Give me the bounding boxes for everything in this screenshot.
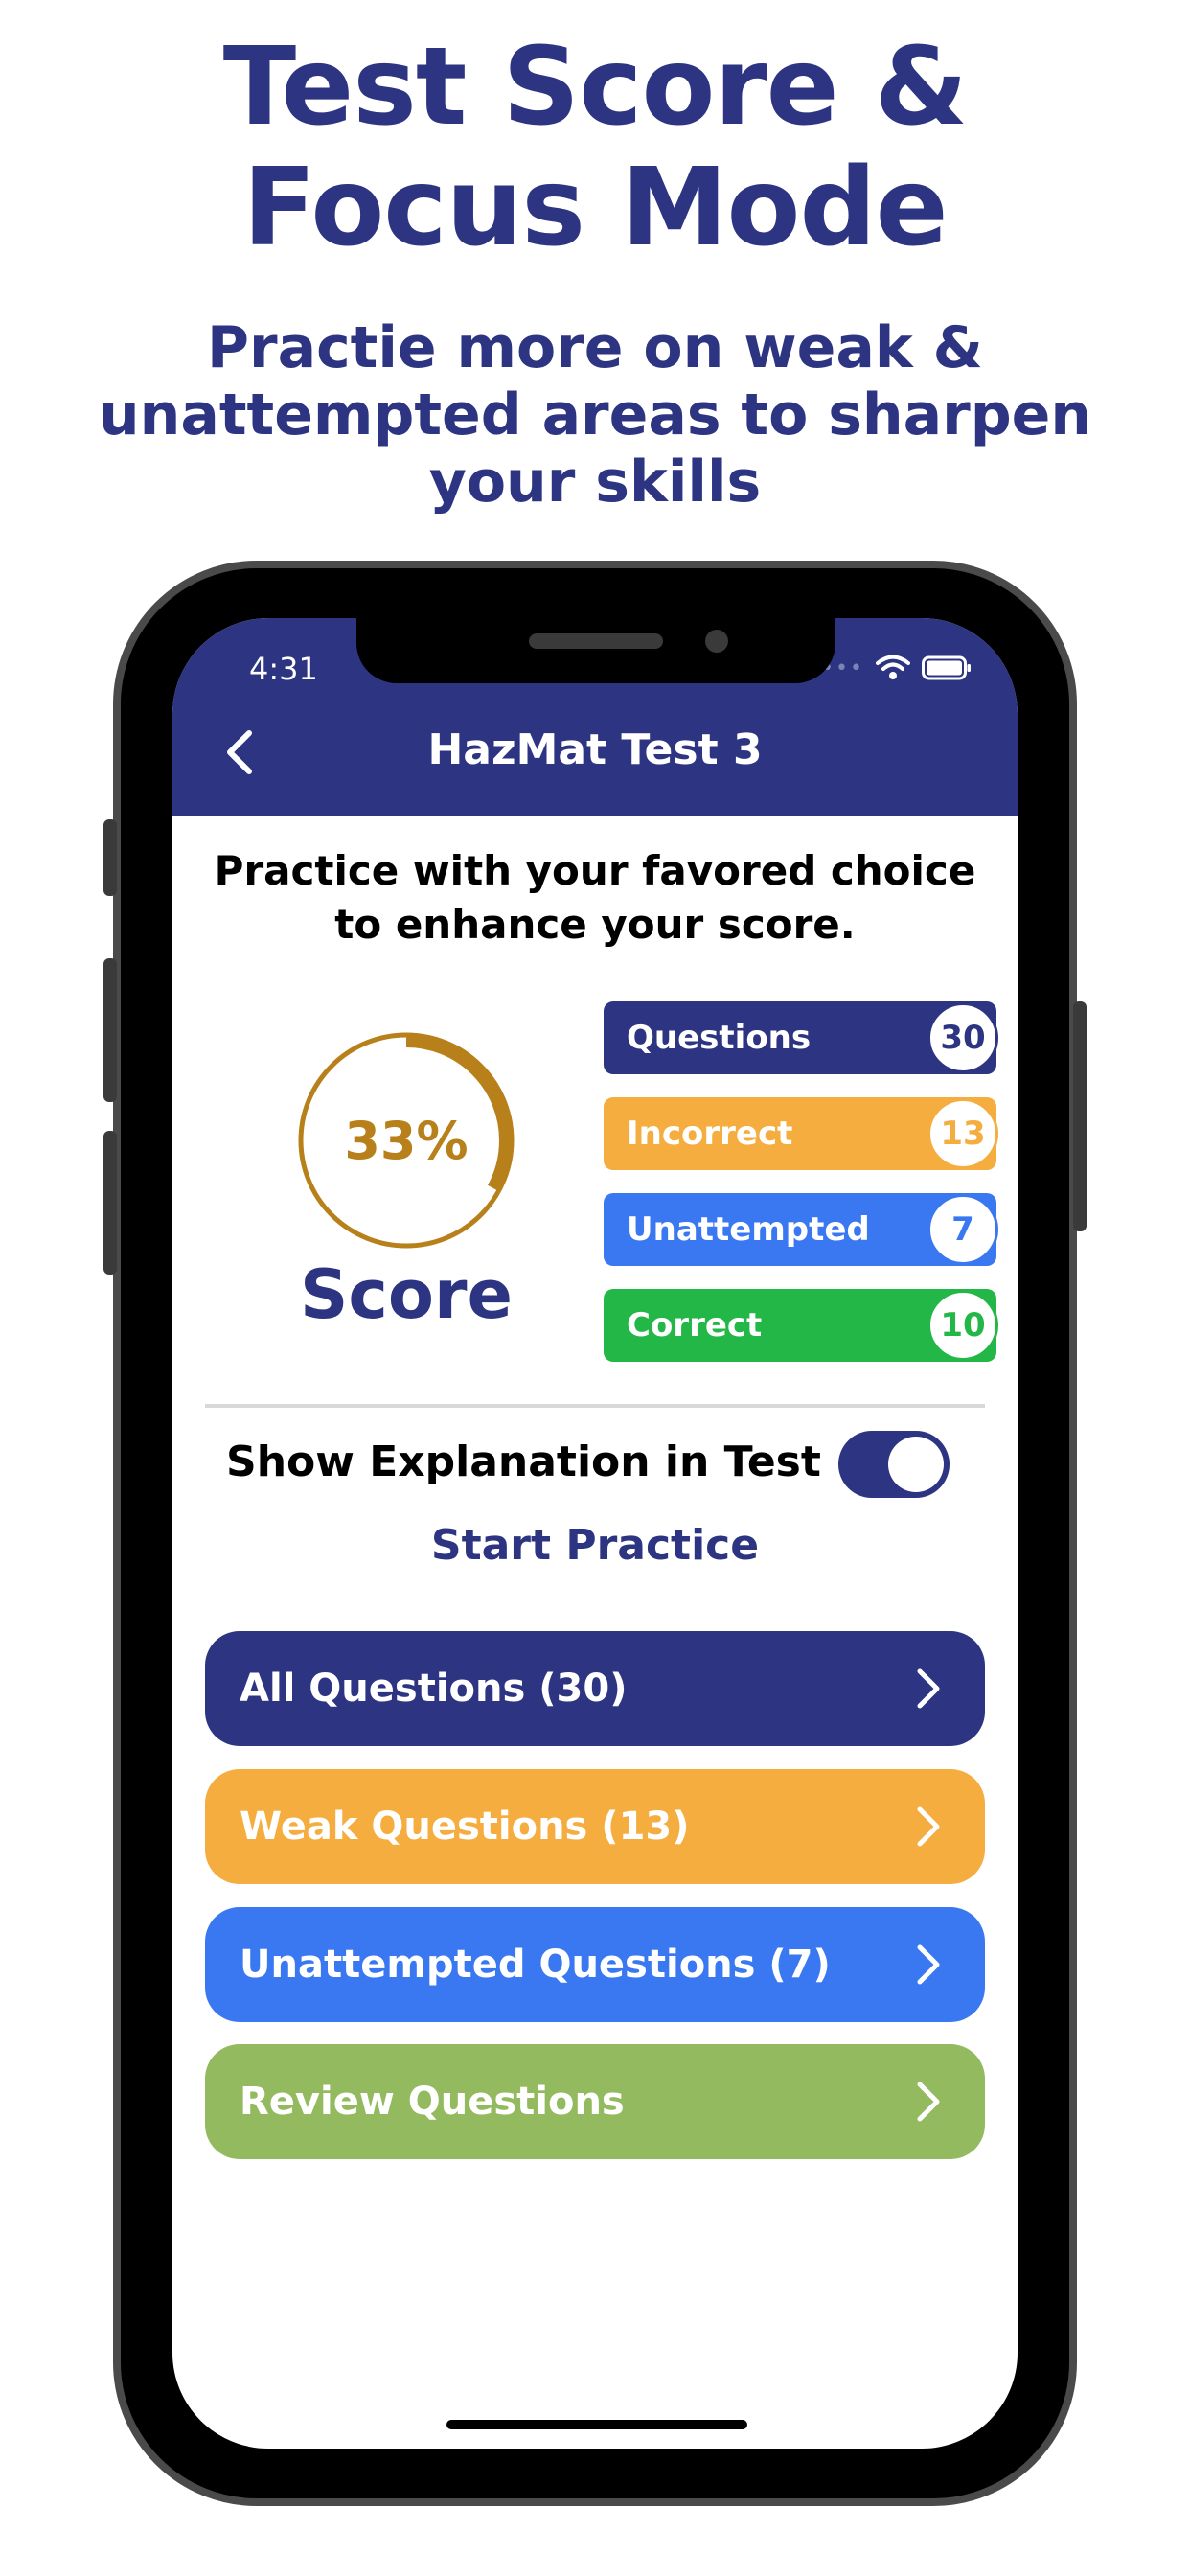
chevron-right-icon bbox=[917, 1944, 940, 1985]
phone-screen: 4:31 •••• HazMat Test 3 Practice with yo… bbox=[172, 618, 1018, 2449]
marketing-title-line2: Focus Mode bbox=[242, 146, 948, 270]
stat-label: Correct bbox=[627, 1306, 763, 1345]
phone-silent-switch bbox=[103, 819, 117, 896]
stat-correct: Correct 10 bbox=[604, 1289, 998, 1362]
page-title: HazMat Test 3 bbox=[427, 725, 763, 774]
phone-volume-up bbox=[103, 958, 117, 1102]
marketing-title-line1: Test Score & bbox=[222, 25, 969, 150]
stat-label: Questions bbox=[627, 1019, 812, 1057]
stat-count: 30 bbox=[927, 1002, 998, 1073]
start-practice-link[interactable]: Start Practice bbox=[172, 1521, 1018, 1570]
stat-incorrect: Incorrect 13 bbox=[604, 1097, 998, 1170]
button-label: Weak Questions (13) bbox=[240, 1805, 690, 1849]
button-label: Unattempted Questions (7) bbox=[240, 1943, 831, 1987]
toggle-knob bbox=[888, 1437, 944, 1492]
marketing-subtitle: Practie more on weak & unattempted areas… bbox=[98, 314, 1092, 516]
divider bbox=[205, 1404, 985, 1408]
stat-count: 7 bbox=[927, 1194, 998, 1265]
status-time: 4:31 bbox=[249, 651, 318, 687]
all-questions-button[interactable]: All Questions (30) bbox=[205, 1631, 985, 1746]
battery-icon bbox=[922, 656, 971, 680]
stat-count: 10 bbox=[927, 1290, 998, 1361]
chevron-right-icon bbox=[917, 2082, 940, 2122]
button-label: All Questions (30) bbox=[240, 1667, 628, 1711]
score-percent: 33% bbox=[344, 1110, 469, 1171]
chevron-right-icon bbox=[917, 1668, 940, 1709]
score-label: Score bbox=[300, 1255, 513, 1334]
unattempted-questions-button[interactable]: Unattempted Questions (7) bbox=[205, 1907, 985, 2022]
phone-volume-down bbox=[103, 1131, 117, 1275]
wifi-icon bbox=[876, 655, 910, 679]
weak-questions-button[interactable]: Weak Questions (13) bbox=[205, 1769, 985, 1884]
chevron-right-icon bbox=[917, 1806, 940, 1847]
stat-questions: Questions 30 bbox=[604, 1001, 998, 1074]
phone-power-button bbox=[1073, 1001, 1087, 1231]
phone-notch bbox=[356, 618, 835, 683]
review-questions-button[interactable]: Review Questions bbox=[205, 2044, 985, 2159]
stat-label: Incorrect bbox=[627, 1115, 793, 1153]
notch-speaker bbox=[529, 633, 663, 649]
stat-label: Unattempted bbox=[627, 1210, 870, 1249]
practice-tagline: Practice with your favored choice to enh… bbox=[214, 847, 976, 948]
stat-unattempted: Unattempted 7 bbox=[604, 1193, 998, 1266]
home-indicator[interactable] bbox=[446, 2420, 747, 2429]
marketing-title: Test Score & Focus Mode bbox=[0, 27, 1190, 268]
stat-count: 13 bbox=[927, 1098, 998, 1169]
button-label: Review Questions bbox=[240, 2080, 625, 2124]
notch-camera bbox=[705, 630, 728, 653]
show-explanation-toggle[interactable] bbox=[838, 1431, 950, 1498]
show-explanation-label: Show Explanation in Test bbox=[226, 1438, 821, 1486]
